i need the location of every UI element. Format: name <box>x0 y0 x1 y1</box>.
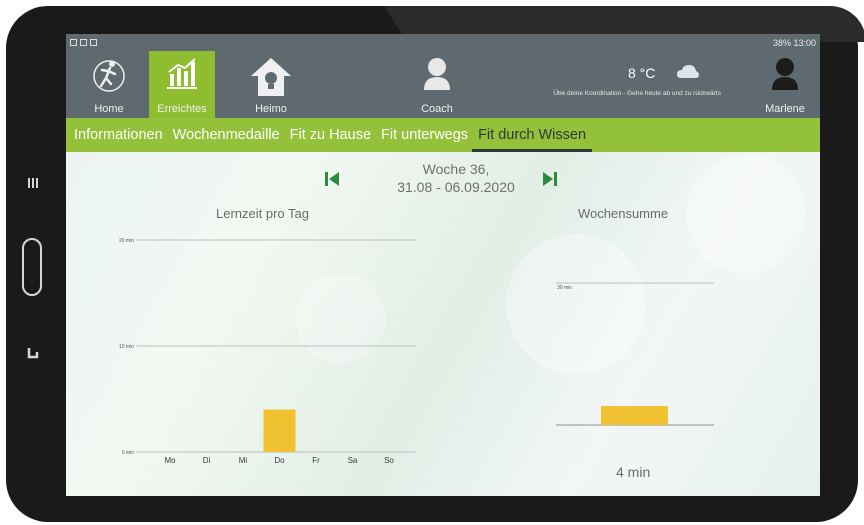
daily-y-tick-label: 10 min <box>119 344 134 350</box>
weekly-y-tick-label: 30 min <box>557 285 572 291</box>
daily-bar-do <box>263 409 296 452</box>
day-label-sa: Sa <box>348 456 358 465</box>
recent-apps-button[interactable] <box>26 176 40 190</box>
day-label-so: So <box>384 456 394 465</box>
day-label-fr: Fr <box>312 456 320 465</box>
day-label-di: Di <box>203 456 211 465</box>
app-screen: 38% 13:00 Home Erreichtes Heimo Coach 8 … <box>66 34 820 496</box>
weekly-total-bar <box>601 406 668 425</box>
day-label-mo: Mo <box>164 456 176 465</box>
weekly-total-label: 4 min <box>616 464 651 480</box>
day-label-do: Do <box>274 456 285 465</box>
daily-learning-chart: 0 min 10 min 20 min Mo Di Mi Do Fr Sa So 30 min <box>119 238 714 465</box>
back-button[interactable] <box>26 346 40 360</box>
day-label-mi: Mi <box>239 456 248 465</box>
daily-y-tick-label: 20 min <box>119 238 134 244</box>
daily-y-tick-label: 0 min <box>122 450 134 456</box>
home-hardware-button[interactable] <box>22 238 42 296</box>
